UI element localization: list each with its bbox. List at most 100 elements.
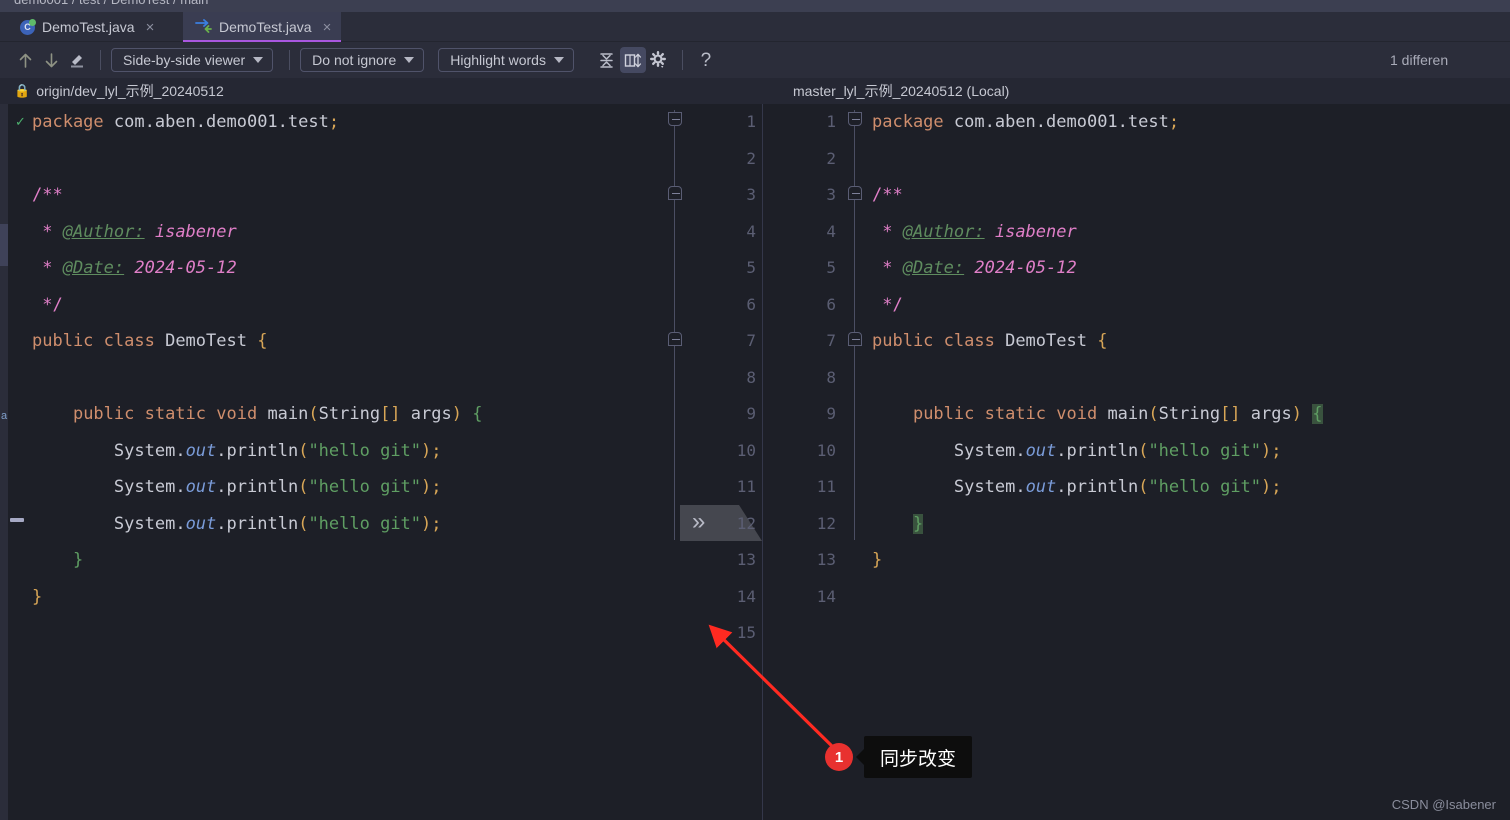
fold-marker[interactable] — [848, 332, 862, 346]
line-number: 7 — [746, 331, 756, 350]
code-line: * @Author: isabener — [32, 221, 237, 242]
line-number: 6 — [826, 294, 836, 314]
code-line: } — [872, 550, 883, 570]
annotation-tooltip: 同步改变 — [855, 736, 973, 778]
line-number: 4 — [746, 221, 756, 241]
line-number: 13 — [816, 550, 836, 569]
line-number: 5 — [746, 258, 756, 277]
line-number: 5 — [826, 258, 836, 277]
code-line: /** — [872, 185, 903, 205]
code-line: public class DemoTest { — [872, 331, 1108, 351]
tab-demotest-java-diff[interactable]: DemoTest.java × — [183, 12, 342, 42]
toolbar-divider — [681, 50, 683, 70]
viewer-mode-label: Side-by-side viewer — [123, 52, 246, 68]
java-class-icon: C — [20, 18, 36, 35]
left-gutter[interactable]: ✓ — [8, 104, 26, 820]
line-number: 1 — [826, 112, 836, 131]
gear-icon[interactable] — [646, 47, 672, 73]
left-fold-column[interactable] — [668, 104, 682, 820]
whitespace-mode-select[interactable]: Do not ignore — [300, 48, 425, 72]
right-line-numbers: 1 2 3 4 5 6 7 8 9 10 11 12 13 14 — [766, 104, 846, 820]
line-number: 10 — [816, 440, 836, 460]
lock-icon: 🔒 — [14, 83, 31, 98]
pane-divider — [762, 104, 763, 820]
code-line: System.out.println("hello git"); — [953, 477, 1282, 497]
left-line-numbers: 1 2 3 4 5 6 7 8 9 10 11 12 13 14 15 — [686, 104, 766, 820]
left-branch-header: 🔒 origin/dev_lyl_示例_20240512 — [14, 81, 224, 101]
line-number: 12 — [816, 513, 836, 533]
code-line: * @Date: 2024-05-12 — [32, 258, 237, 278]
right-branch-header: master_lyl_示例_20240512 (Local) — [793, 81, 1009, 101]
tab-label: DemoTest.java — [219, 19, 312, 35]
branch-header-row: 🔒 origin/dev_lyl_示例_20240512 master_lyl_… — [0, 78, 1510, 104]
highlight-mode-select[interactable]: Highlight words — [438, 48, 574, 72]
code-line: */ — [872, 294, 903, 315]
watermark: CSDN @Isabener — [1391, 797, 1496, 812]
line-number: 2 — [826, 148, 836, 168]
code-line: } — [912, 513, 924, 534]
viewer-mode-select[interactable]: Side-by-side viewer — [111, 48, 274, 72]
pencil-icon[interactable] — [64, 47, 90, 73]
code-line: } — [72, 550, 84, 570]
line-number: 10 — [736, 440, 756, 460]
code-line: public class DemoTest { — [32, 331, 268, 351]
inspection-ok-icon: ✓ — [15, 114, 26, 129]
breadcrumb[interactable]: demo001 / test / DemoTest / main — [0, 0, 1510, 12]
next-difference-button[interactable] — [38, 47, 64, 73]
toolbar-divider — [289, 50, 291, 70]
line-number: 14 — [816, 586, 836, 606]
fold-marker[interactable] — [668, 112, 682, 126]
fold-marker[interactable] — [668, 332, 682, 346]
tab-close-icon[interactable]: × — [146, 20, 155, 35]
right-fold-column[interactable] — [848, 104, 862, 820]
fold-marker[interactable] — [848, 186, 862, 200]
code-line: * @Date: 2024-05-12 — [872, 258, 1077, 278]
annotation-badge: 1 — [825, 743, 853, 771]
fold-marker[interactable] — [668, 186, 682, 200]
line-number: 8 — [826, 367, 836, 387]
code-line: /** — [32, 185, 63, 205]
right-code-pane[interactable]: package com.aben.demo001.test; /** * @Au… — [862, 104, 1510, 820]
whitespace-mode-label: Do not ignore — [312, 52, 397, 68]
tab-close-icon[interactable]: × — [323, 20, 332, 35]
line-number: 2 — [746, 148, 756, 168]
editor-tab-bar: C DemoTest.java × DemoTest.java × — [0, 12, 1510, 42]
line-number: 13 — [736, 550, 756, 569]
code-line: package com.aben.demo001.test; — [32, 112, 340, 132]
code-line: * @Author: isabener — [872, 221, 1077, 242]
question-mark-icon[interactable]: ? — [693, 47, 719, 73]
line-number: 9 — [826, 404, 836, 423]
left-code-pane[interactable]: package com.aben.demo001.test; /** * @Au… — [26, 104, 680, 820]
line-number: 8 — [746, 367, 756, 387]
line-number: 11 — [816, 477, 836, 496]
line-number: 1 — [746, 112, 756, 131]
strip-selection — [0, 224, 8, 266]
fold-marker[interactable] — [848, 112, 862, 126]
diff-panes: a ✓ » package com.aben.demo001.test; /**… — [0, 104, 1510, 820]
previous-difference-button[interactable] — [12, 47, 38, 73]
strip-marker-text: a — [1, 410, 8, 422]
diff-viewer-window: demo001 / test / DemoTest / main C DemoT… — [0, 0, 1510, 820]
difference-count: 1 differen — [1390, 52, 1449, 68]
line-number: 11 — [736, 477, 756, 496]
left-branch-label: origin/dev_lyl_示例_20240512 — [36, 83, 224, 99]
code-line: System.out.println("hello git"); — [113, 513, 442, 534]
chevron-down-icon — [253, 57, 264, 63]
editor-left-margin-strip: a — [0, 104, 8, 820]
tab-label: DemoTest.java — [42, 19, 135, 35]
line-number: 12 — [736, 513, 756, 533]
synchronize-scroll-button[interactable] — [619, 47, 646, 73]
diff-toolbar: Side-by-side viewer Do not ignore Highli… — [0, 42, 1510, 78]
collapse-unchanged-fragments-button[interactable] — [594, 47, 620, 73]
tab-demotest-java-file[interactable]: C DemoTest.java × — [8, 12, 164, 42]
removed-line-marker[interactable] — [10, 518, 24, 522]
code-line: } — [32, 586, 43, 607]
code-line: System.out.println("hello git"); — [113, 440, 442, 461]
line-number: 9 — [746, 404, 756, 423]
code-line: System.out.println("hello git"); — [953, 440, 1282, 461]
code-line: package com.aben.demo001.test; — [872, 112, 1180, 132]
chevron-down-icon — [404, 57, 415, 63]
